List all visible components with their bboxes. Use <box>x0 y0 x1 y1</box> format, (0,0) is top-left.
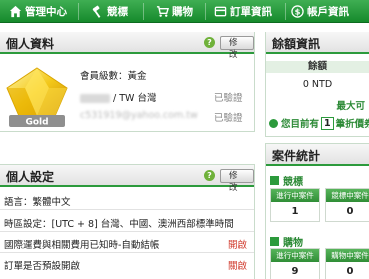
balance-panel-header: 餘額資訊 <box>266 32 369 54</box>
bidding-active-box[interactable]: 進行中案件 1 <box>270 188 320 222</box>
shopping-inprogress-header: 購物中案件 <box>326 249 369 262</box>
verified-status-email: 已驗證 <box>214 113 243 124</box>
member-level-value: 黃金 <box>127 71 147 82</box>
shopping-section-head: 購物 <box>270 234 303 249</box>
coupon-notice[interactable]: 您目前有 1 筆折價券 <box>269 116 369 130</box>
nav-item-shopping[interactable]: 購物 <box>155 0 193 23</box>
help-icon[interactable]: ? <box>204 37 215 48</box>
svg-text:$: $ <box>294 7 300 17</box>
bidding-section-head: 競標 <box>270 173 303 188</box>
balance-panel: 餘額資訊 餘額 0 NTD 最大可 您目前有 1 筆折價券 <box>265 32 369 137</box>
nav-label-orders: 訂單資訊 <box>230 6 272 18</box>
shopping-active-header: 進行中案件 <box>271 249 319 262</box>
gavel-icon <box>90 5 104 19</box>
nav-label-admin-center: 管理中心 <box>25 6 67 18</box>
location-text: / TW 台灣 <box>110 93 157 104</box>
settings-panel: 個人設定 ? 修改 語言：繁體中文 時區設定：[UTC + 8] 台灣、中國、澳… <box>0 164 255 279</box>
nav-divider <box>143 3 144 20</box>
stats-panel: 案件統計 競標 進行中案件 1 競標中案件 0 購物 進行中案件 9 購物中案件… <box>265 143 369 279</box>
timezone-setting: 時區設定：[UTC + 8] 台灣、中國、澳洲西部標準時間 <box>4 219 234 230</box>
language-setting: 語言：繁體中文 <box>4 197 71 208</box>
profile-title: 個人資料 <box>6 37 55 51</box>
home-icon <box>8 5 22 19</box>
balance-limit: 最大可 <box>336 101 365 112</box>
dollar-icon: $ <box>290 5 304 19</box>
coupon-notice-suffix: 筆折價券 <box>335 119 369 130</box>
top-nav: 管理中心 競標 購物 訂單資訊 $ 帳戶資訊 <box>0 0 369 23</box>
member-level: 會員級數：黃金 <box>80 68 147 82</box>
settings-panel-header: 個人設定 ? 修改 <box>0 165 254 193</box>
divider <box>0 252 254 253</box>
profile-panel-header: 個人資料 ? 修改 <box>0 32 254 60</box>
nav-label-shopping: 購物 <box>172 6 193 18</box>
bidding-label: 競標 <box>283 177 303 188</box>
nav-label-account: 帳戶資訊 <box>307 6 349 18</box>
gold-gem-icon: Gold <box>6 67 68 128</box>
bullet-square <box>270 237 279 246</box>
shopping-active-value: 9 <box>291 266 299 277</box>
member-level-label: 會員級數： <box>80 71 128 82</box>
coupon-notice-prefix: 您目前有 <box>281 119 320 130</box>
bidding-active-value: 1 <box>291 206 299 217</box>
profile-edit-button[interactable]: 修改 <box>220 36 254 60</box>
member-location: / TW 台灣 <box>80 90 156 104</box>
intl-shipping-value: 開啟 <box>228 240 248 251</box>
nav-item-account[interactable]: $ 帳戶資訊 <box>290 0 349 23</box>
stats-title: 案件統計 <box>272 149 321 163</box>
divider <box>0 231 254 232</box>
bullet-square <box>270 176 279 185</box>
shopping-inprogress-box[interactable]: 購物中案件 0 <box>325 248 369 279</box>
settings-title: 個人設定 <box>6 170 55 184</box>
nav-label-bidding: 競標 <box>107 6 128 18</box>
bidding-inprogress-box[interactable]: 競標中案件 0 <box>325 188 369 222</box>
settings-edit-button[interactable]: 修改 <box>220 169 254 193</box>
coupon-count: 1 <box>321 116 334 130</box>
nav-divider <box>285 3 286 20</box>
bidding-active-header: 進行中案件 <box>271 189 319 202</box>
nav-divider <box>78 3 79 20</box>
nav-item-orders[interactable]: 訂單資訊 <box>213 0 272 23</box>
divider <box>0 209 254 210</box>
nav-item-admin-center[interactable]: 管理中心 <box>8 0 67 23</box>
balance-amount: 0 NTD <box>302 79 333 90</box>
bidding-inprogress-value: 0 <box>346 206 354 217</box>
shopping-label: 購物 <box>283 238 303 249</box>
bidding-inprogress-header: 競標中案件 <box>326 189 369 202</box>
cart-icon <box>155 5 169 19</box>
member-email: c531919@yahoo.com.tw <box>80 110 198 121</box>
stats-panel-header: 案件統計 <box>266 144 369 166</box>
verified-status-location: 已驗證 <box>214 93 243 104</box>
info-icon <box>269 118 278 128</box>
shopping-inprogress-value: 0 <box>346 266 354 277</box>
order-icon <box>213 5 227 19</box>
help-icon[interactable]: ? <box>204 170 215 181</box>
balance-title: 餘額資訊 <box>272 37 321 51</box>
balance-col-header: 餘額 <box>266 61 369 73</box>
shopping-active-box[interactable]: 進行中案件 9 <box>270 248 320 279</box>
default-order-setting: 訂單是否預設開啟 <box>4 261 81 272</box>
redacted-name <box>80 94 110 103</box>
default-order-value: 關啟 <box>228 261 248 272</box>
gem-badge-label: Gold <box>25 118 48 128</box>
nav-divider <box>205 3 206 20</box>
nav-item-bidding[interactable]: 競標 <box>90 0 128 23</box>
intl-shipping-setting: 國際運費與相關費用已知時-自動結帳 <box>4 240 160 251</box>
